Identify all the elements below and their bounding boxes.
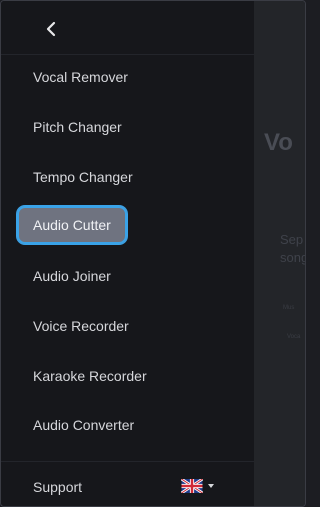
option-label: Voca	[287, 334, 301, 340]
sidebar-item-tempo-changer[interactable]: Tempo Changer	[17, 158, 149, 196]
subtitle-line: song	[280, 250, 306, 265]
sidebar: Vocal Remover Pitch Changer Tempo Change…	[1, 1, 254, 506]
sidebar-item-karaoke-recorder[interactable]: Karaoke Recorder	[17, 357, 163, 395]
uk-flag-icon	[181, 479, 203, 493]
support-link[interactable]: Support	[33, 479, 82, 495]
divider	[1, 54, 254, 55]
option-label: Mus	[283, 305, 295, 311]
main-content: Vo Sep song Mus Voca	[254, 1, 306, 506]
back-button[interactable]	[39, 17, 63, 41]
divider	[1, 461, 254, 462]
chevron-down-icon	[208, 484, 214, 488]
sidebar-item-audio-converter[interactable]: Audio Converter	[17, 406, 150, 444]
sidebar-item-audio-joiner[interactable]: Audio Joiner	[17, 257, 127, 295]
sidebar-item-audio-cutter[interactable]: Audio Cutter	[17, 206, 127, 244]
page-title: Vo	[264, 129, 293, 156]
app-window: Vocal Remover Pitch Changer Tempo Change…	[0, 0, 306, 507]
page-subtitle: Sep song	[280, 231, 306, 267]
sidebar-item-pitch-changer[interactable]: Pitch Changer	[17, 108, 138, 146]
language-selector[interactable]	[181, 479, 214, 493]
subtitle-line: Sep	[280, 232, 304, 247]
chevron-left-icon	[46, 21, 56, 37]
sidebar-item-voice-recorder[interactable]: Voice Recorder	[17, 307, 145, 345]
sidebar-item-vocal-remover[interactable]: Vocal Remover	[17, 58, 144, 96]
